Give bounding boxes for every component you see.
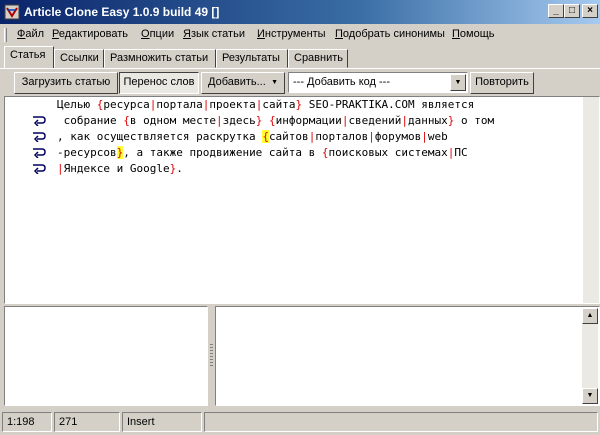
menu-file[interactable]: Файл bbox=[17, 28, 44, 40]
tab-strip: Статья Ссылки Размножить статьи Результа… bbox=[0, 46, 600, 68]
editor-line: Целью {ресурса|портала|проекта|сайта} SE… bbox=[57, 98, 475, 111]
repeat-button[interactable]: Повторить bbox=[470, 72, 534, 94]
editor-line: |Яндексе и Google}. bbox=[57, 162, 183, 175]
add-code-value: --- Добавить код --- bbox=[293, 76, 390, 88]
line-wrap-icon bbox=[33, 148, 46, 158]
tab-article[interactable]: Статья bbox=[4, 46, 54, 68]
editor-vertical-scrollbar[interactable] bbox=[583, 97, 599, 303]
editor-line: , как осуществляется раскрутка {сайтов|п… bbox=[57, 130, 448, 143]
maximize-button[interactable]: □ bbox=[564, 4, 580, 18]
app-icon bbox=[4, 4, 20, 20]
article-editor[interactable]: Целью {ресурса|портала|проекта|сайта} SE… bbox=[4, 96, 600, 304]
add-code-combo[interactable]: --- Добавить код --- ▼ bbox=[288, 72, 468, 93]
window-title: Article Clone Easy 1.0.9 build 49 [] bbox=[24, 5, 220, 19]
app-window: Article Clone Easy 1.0.9 build 49 [] _ □… bbox=[0, 0, 600, 435]
editor-line: собрание {в одном месте|здесь} {информац… bbox=[57, 114, 495, 127]
menu-article-language[interactable]: Язык статьи bbox=[183, 28, 245, 40]
dropdown-arrow-icon: ▼ bbox=[271, 79, 278, 86]
line-wrap-icon bbox=[33, 164, 46, 174]
splitter-grip-icon bbox=[210, 344, 213, 366]
status-message bbox=[204, 412, 598, 432]
line-wrap-icon bbox=[33, 116, 46, 126]
menu-edit[interactable]: Редактировать bbox=[52, 28, 128, 40]
menu-help[interactable]: Помощь bbox=[452, 28, 495, 40]
menu-bar: Файл Редактировать Опции Язык статьи Инс… bbox=[0, 24, 600, 45]
line-wrap-icon bbox=[33, 132, 46, 142]
tab-compare[interactable]: Сравнить bbox=[288, 49, 348, 68]
scroll-down-icon[interactable]: ▼ bbox=[582, 388, 598, 404]
load-article-button[interactable]: Загрузить статью bbox=[14, 72, 118, 94]
tab-results[interactable]: Результаты bbox=[216, 49, 288, 68]
variants-pane[interactable]: ▲ ▼ bbox=[215, 306, 600, 406]
tab-multiply-articles[interactable]: Размножить статьи bbox=[104, 49, 216, 68]
cursor-position: 1:198 bbox=[2, 412, 52, 432]
editor-gutter bbox=[5, 97, 55, 303]
tab-links[interactable]: Ссылки bbox=[54, 49, 104, 68]
pane-splitter[interactable] bbox=[208, 306, 215, 406]
variants-scrollbar[interactable] bbox=[582, 324, 598, 388]
minimize-button[interactable]: _ bbox=[548, 4, 564, 18]
character-count: 271 bbox=[54, 412, 120, 432]
menu-tools[interactable]: Инструменты bbox=[257, 28, 326, 40]
scroll-up-icon[interactable]: ▲ bbox=[582, 308, 598, 324]
editor-line: -ресурсов}, а также продвижение сайта в … bbox=[57, 146, 468, 159]
synonyms-list-pane[interactable] bbox=[4, 306, 208, 406]
status-bar: 1:198 271 Insert bbox=[0, 410, 600, 435]
menu-options[interactable]: Опции bbox=[141, 28, 174, 40]
add-button-label: Добавить... bbox=[208, 76, 266, 88]
insert-mode: Insert bbox=[122, 412, 202, 432]
chevron-down-icon[interactable]: ▼ bbox=[450, 74, 466, 91]
toolbar: Загрузить статью Перенос слов Добавить..… bbox=[0, 69, 600, 95]
menu-synonyms[interactable]: Подобрать синонимы bbox=[335, 28, 445, 40]
add-button[interactable]: Добавить... ▼ bbox=[201, 72, 285, 94]
title-bar[interactable]: Article Clone Easy 1.0.9 build 49 [] _ □… bbox=[0, 0, 600, 24]
menu-grip bbox=[4, 28, 7, 42]
word-wrap-toggle[interactable]: Перенос слов bbox=[119, 72, 199, 94]
close-button[interactable]: × bbox=[582, 4, 598, 18]
